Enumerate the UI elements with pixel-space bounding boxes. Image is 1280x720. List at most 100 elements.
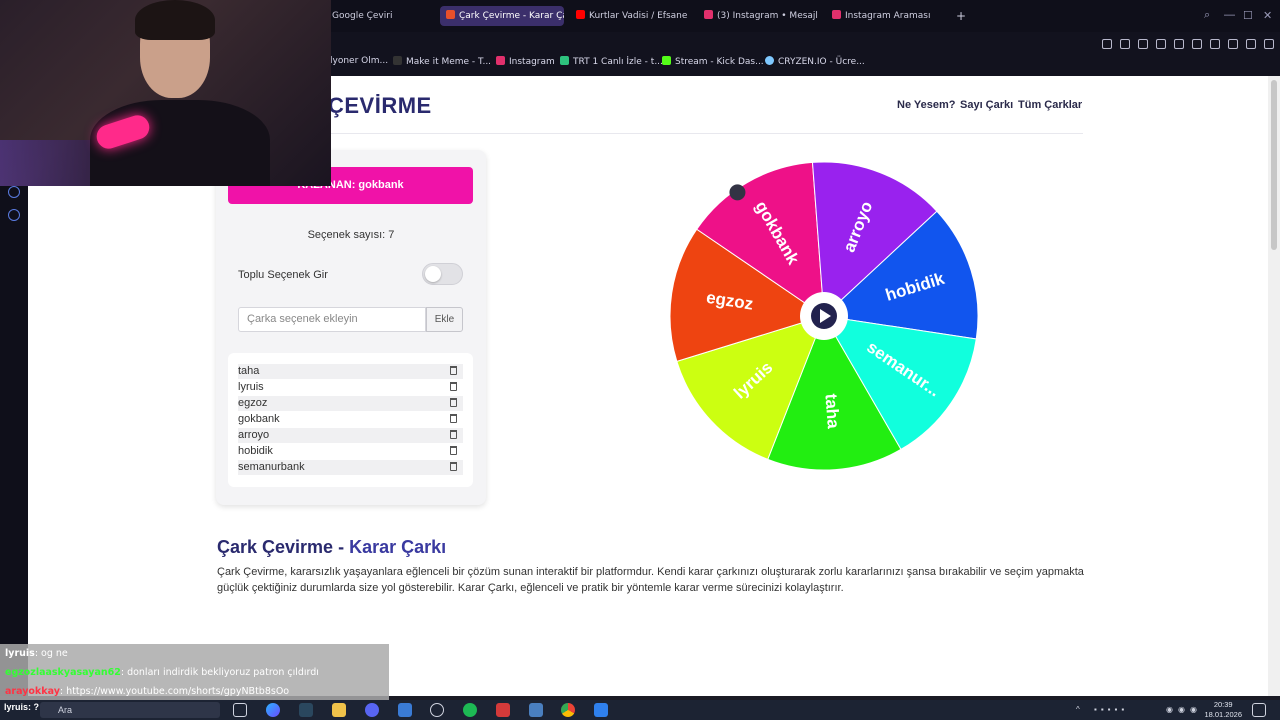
chrome-icon[interactable] (561, 703, 575, 717)
bookmark-item[interactable]: CRYZEN.IO - Ücre... (765, 56, 865, 67)
trash-icon[interactable] (450, 462, 457, 471)
translate-icon[interactable] (1156, 39, 1166, 49)
chat-message: arayokkay: https://www.youtube.com/short… (0, 682, 389, 701)
tab-label: (3) Instagram • Mesajlar (717, 11, 818, 21)
option-label: taha (238, 365, 260, 377)
option-count: Seçenek sayısı: 7 (307, 229, 395, 241)
nav-sayi-carki[interactable]: Sayı Çarkı (960, 99, 1013, 111)
toolbar-icons (1094, 36, 1274, 50)
tab-instagram-messages[interactable]: (3) Instagram • Mesajlar (698, 6, 818, 26)
minimize-icon[interactable]: — (1224, 9, 1235, 21)
heading-part: Karar Çarkı (349, 537, 447, 557)
close-icon[interactable]: ✕ (1263, 9, 1272, 22)
settings-icon[interactable] (8, 209, 20, 221)
bookmark-item[interactable]: Instagram (496, 56, 555, 67)
section-heading: Çark Çevirme - Karar Çarkı (217, 537, 446, 558)
shield-icon[interactable] (1138, 39, 1148, 49)
extensions-icon[interactable] (1210, 39, 1220, 49)
cryzen-favicon-icon (765, 56, 774, 65)
search-icon[interactable]: ⌕ (1204, 9, 1210, 22)
chat-user: lyruis (4, 702, 29, 712)
page-scrollbar[interactable] (1268, 76, 1280, 696)
wheel-pointer-icon (729, 184, 746, 201)
chat-user: arayokkay (5, 686, 60, 697)
system-icons[interactable]: ◉◉◉ (1166, 705, 1202, 714)
instagram-favicon-icon (832, 10, 841, 19)
option-label: hobidik (238, 445, 273, 457)
instagram-favicon-icon (704, 10, 713, 19)
nav-tum-carklar[interactable]: Tüm Çarklar (1018, 99, 1082, 111)
list-item: lyruis (238, 380, 463, 395)
bulk-entry-toggle[interactable] (422, 263, 463, 285)
new-tab-button[interactable]: + (950, 6, 968, 26)
bookmark-label: Make it Meme - T... (406, 57, 492, 67)
trash-icon[interactable] (450, 414, 457, 423)
discord-icon[interactable] (365, 703, 379, 717)
option-label: semanurbank (238, 461, 305, 473)
tray-icons[interactable]: ▪▪▪▪▪ (1094, 705, 1154, 714)
list-item: semanurbank (238, 460, 463, 475)
bookmark-label: Instagram (509, 57, 555, 67)
app-icon[interactable] (529, 703, 543, 717)
option-label: arroyo (238, 429, 270, 441)
app-icon[interactable] (594, 703, 608, 717)
app-icon[interactable] (398, 703, 412, 717)
chat-text: : ? (28, 702, 40, 712)
trash-icon[interactable] (450, 430, 457, 439)
heart-icon[interactable] (1192, 39, 1202, 49)
bookmark-item[interactable]: Stream - Kick Das... (662, 56, 764, 67)
bookmark-item[interactable]: Make it Meme - T... (393, 56, 491, 67)
nav-ne-yesem[interactable]: Ne Yesem? (897, 99, 956, 111)
history-icon[interactable] (8, 186, 20, 198)
play-icon[interactable] (1174, 39, 1184, 49)
list-item: hobidik (238, 444, 463, 459)
tab-wheel-active[interactable]: Çark Çevirme - Karar Çarkı (440, 6, 564, 26)
scroll-thumb[interactable] (1271, 80, 1277, 250)
maximize-icon[interactable]: ☐ (1243, 9, 1253, 22)
trash-icon[interactable] (450, 366, 457, 375)
snapshot-icon[interactable] (1120, 39, 1130, 49)
taskbar-clock[interactable]: 20:39 18.01.2026 (1204, 700, 1242, 720)
wheel-favicon-icon (446, 10, 455, 19)
decision-wheel[interactable]: taha lyruis egzoz gokbank arroyo hobidik seman… (668, 160, 980, 472)
tab-youtube[interactable]: Kurtlar Vadisi / Efsane Sah (570, 6, 688, 26)
download-icon[interactable] (1246, 39, 1256, 49)
tab-google-translate[interactable]: Google Çeviri (326, 6, 430, 26)
trash-icon[interactable] (450, 398, 457, 407)
tab-instagram-search[interactable]: Instagram Araması (826, 6, 936, 26)
obs-icon[interactable] (430, 703, 444, 717)
options-list: taha lyruis egzoz gokbank arroyo hobidik… (228, 353, 473, 487)
wheel-graphic: tahalyruisegzozgokbank arroyohobidikseman… (669, 161, 979, 471)
bookmark-label: Stream - Kick Das... (675, 57, 764, 67)
tray-chevron-icon[interactable]: ^ (1076, 705, 1080, 714)
intro-paragraph: Çark Çevirme, kararsızlık yaşayanlara eğ… (217, 566, 1084, 594)
add-option-button[interactable]: Ekle (426, 307, 463, 332)
trash-icon[interactable] (450, 446, 457, 455)
tab-label: Çark Çevirme - Karar Çarkı (459, 11, 564, 21)
file-explorer-icon[interactable] (332, 703, 346, 717)
heading-part: Çark Çevirme - (217, 537, 350, 557)
chat-user: lyruis (5, 648, 35, 659)
spotify-icon[interactable] (463, 703, 477, 717)
notification-icon[interactable] (1252, 703, 1266, 717)
meme-favicon-icon (393, 56, 402, 65)
option-input[interactable]: Çarka seçenek ekleyin (238, 307, 426, 332)
task-view-icon[interactable] (233, 703, 247, 717)
bookmark-item[interactable]: TRT 1 Canlı İzle - t... (560, 56, 663, 67)
chat-user-overlay: lyruis: ? (4, 702, 39, 712)
share-icon[interactable] (1228, 39, 1238, 49)
steam-icon[interactable] (299, 703, 313, 717)
chat-text: : og ne (34, 648, 68, 659)
trash-icon[interactable] (450, 382, 457, 391)
pin-icon[interactable] (1102, 39, 1112, 49)
opera-gx-icon[interactable] (496, 703, 510, 717)
menu-icon[interactable] (1264, 39, 1274, 49)
chat-user: egzozlaaskyasayan62 (5, 667, 121, 678)
bookmark-item[interactable]: lyoner Olm... (330, 56, 388, 66)
cam-person-hair (135, 0, 215, 40)
copilot-icon[interactable] (266, 703, 280, 717)
site-title[interactable]: ÇEVİRME (328, 93, 432, 119)
taskbar-search[interactable]: Ara (40, 702, 220, 718)
stream-chat: lyruis: og ne egzozlaaskyasayan62: donla… (0, 644, 389, 701)
chat-message: lyruis: og ne (0, 644, 389, 663)
